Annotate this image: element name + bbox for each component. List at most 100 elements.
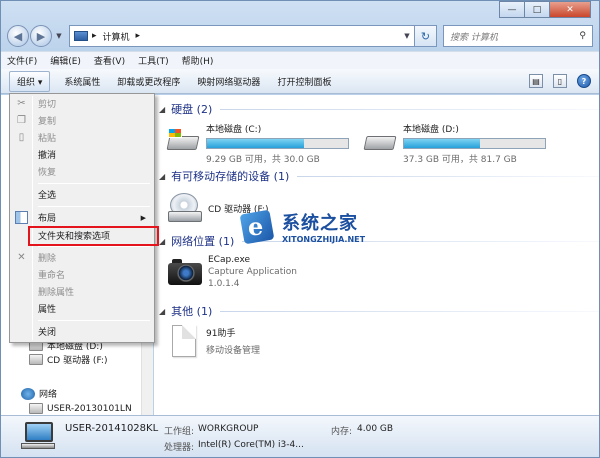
menu-tools[interactable]: 工具(T)	[138, 54, 169, 67]
layout-icon	[15, 211, 28, 224]
item-description: Capture Application	[208, 267, 297, 277]
group-header-hard-disks[interactable]: ◢ 硬盘 (2)	[159, 101, 599, 117]
group-header-other[interactable]: ◢ 其他 (1)	[159, 303, 599, 319]
uninstall-program-button[interactable]: 卸载或更改程序	[117, 75, 180, 88]
search-placeholder: 搜索 计算机	[450, 32, 498, 43]
menu-item-select-all[interactable]: 全选	[12, 186, 152, 203]
cd-drive-icon	[168, 193, 202, 223]
organize-context-menu: ✂ 剪切 ❐ 复制 ▯ 粘贴 撤消 恢复 全选 布局 ▶ 文件夹和搜索选项 ✕ …	[9, 93, 155, 343]
collapse-icon[interactable]: ◢	[159, 172, 165, 181]
command-bar: 组织 ▾ 系统属性 卸载或更改程序 映射网络驱动器 打开控制面板 ▤ ▯ ?	[1, 69, 599, 94]
back-button[interactable]: ◀	[7, 25, 29, 47]
drive-d[interactable]: 本地磁盘 (D:) 37.3 GB 可用，共 81.7 GB	[363, 122, 546, 165]
collapse-icon[interactable]: ◢	[159, 237, 165, 246]
collapse-icon[interactable]: ◢	[159, 307, 165, 316]
menu-item-delete[interactable]: ✕ 删除	[12, 249, 152, 266]
drive-usage-bar	[206, 138, 349, 149]
drive-c[interactable]: 本地磁盘 (C:) 9.29 GB 可用，共 30.0 GB	[166, 122, 349, 165]
refresh-button[interactable]: ↻	[415, 25, 437, 47]
memory-label: 内存:	[331, 427, 353, 437]
open-control-panel-button[interactable]: 打开控制面板	[277, 75, 331, 88]
search-icon[interactable]: ⚲	[579, 31, 586, 41]
group-header-removable[interactable]: ◢ 有可移动存储的设备 (1)	[159, 168, 599, 184]
content-pane: ◢ 硬盘 (2) 本地磁盘 (C:) 9.29 GB 可用，共 30.0 GB …	[154, 95, 599, 415]
folder-options-highlight	[28, 226, 159, 246]
breadcrumb-arrow[interactable]: ▸	[92, 31, 97, 41]
details-pane: USER-20141028KL 工作组: WORKGROUP 内存: 4.00 …	[1, 415, 599, 457]
menu-file[interactable]: 文件(F)	[7, 54, 37, 67]
group-title: 其他 (1)	[171, 305, 213, 318]
address-bar[interactable]: ▸ 计算机 ▸ ▼	[69, 25, 415, 47]
group-title: 有可移动存储的设备 (1)	[171, 170, 290, 183]
search-input[interactable]: 搜索 计算机 ⚲	[443, 25, 593, 47]
watermark-text: 系统之家	[282, 212, 358, 234]
breadcrumb-computer[interactable]: 计算机	[103, 30, 130, 43]
menu-view[interactable]: 查看(V)	[94, 54, 125, 67]
map-network-drive-button[interactable]: 映射网络驱动器	[197, 75, 260, 88]
system-properties-button[interactable]: 系统属性	[64, 75, 100, 88]
close-button[interactable]: ✕	[549, 1, 591, 18]
menu-help[interactable]: 帮助(H)	[182, 54, 214, 67]
drive-name: 本地磁盘 (D:)	[403, 125, 459, 135]
network-icon	[21, 387, 35, 400]
menu-item-close[interactable]: 关闭	[12, 323, 152, 340]
menu-item-label: 删除属性	[38, 288, 75, 298]
menu-item-redo[interactable]: 恢复	[12, 163, 152, 180]
help-icon[interactable]: ?	[577, 74, 591, 88]
group-header-network-locations[interactable]: ◢ 网络位置 (1)	[159, 233, 599, 249]
memory-value: 4.00 GB	[357, 424, 394, 434]
forward-button[interactable]: ▶	[30, 25, 52, 47]
menu-item-label: 删除	[38, 254, 57, 264]
nav-item-cd-drive[interactable]: CD 驱动器 (F:)	[29, 353, 107, 366]
watermark-logo-icon: e	[236, 206, 280, 246]
usage-fill	[404, 139, 481, 148]
preview-pane-icon[interactable]: ▯	[553, 74, 567, 88]
cd-drive-icon	[29, 354, 43, 365]
menu-item-label: 属性	[38, 305, 57, 315]
menu-item-undo[interactable]: 撤消	[12, 146, 152, 163]
nav-item-network-computer[interactable]: USER-20130101LN	[29, 403, 132, 414]
computer-icon	[74, 31, 88, 41]
menu-item-properties[interactable]: 属性	[12, 300, 152, 317]
scissors-icon: ✂	[17, 98, 26, 109]
menu-item-rename[interactable]: 重命名	[12, 266, 152, 283]
menu-item-label: 恢复	[38, 168, 57, 178]
hard-disk-icon	[166, 128, 200, 152]
menu-item-label: 重命名	[38, 271, 66, 281]
address-dropdown-arrow[interactable]: ▼	[400, 32, 414, 40]
menu-edit[interactable]: 编辑(E)	[50, 54, 81, 67]
paste-icon: ▯	[18, 132, 25, 143]
minimize-button[interactable]: —	[499, 1, 525, 18]
item-description: 移动设备管理	[206, 346, 261, 356]
drive-free-space: 37.3 GB 可用，共 81.7 GB	[403, 155, 517, 165]
other-item[interactable]: 91助手 移动设备管理	[168, 325, 260, 357]
menu-item-layout[interactable]: 布局 ▶	[12, 209, 152, 226]
workgroup-label: 工作组:	[164, 427, 195, 437]
menu-bar: 文件(F) 编辑(E) 查看(V) 工具(T) 帮助(H)	[1, 51, 599, 69]
address-row: ◀ ▶ ▼ ▸ 计算机 ▸ ▼ ↻ 搜索 计算机 ⚲	[7, 23, 593, 49]
breadcrumb-arrow-2[interactable]: ▸	[136, 31, 141, 41]
submenu-arrow-icon: ▶	[140, 213, 146, 222]
view-options-icon[interactable]: ▤	[529, 74, 543, 88]
nav-item-label: CD 驱动器 (F:)	[47, 356, 108, 366]
collapse-icon[interactable]: ◢	[159, 105, 165, 114]
item-name: 91助手	[206, 329, 236, 339]
organize-button[interactable]: 组织 ▾	[9, 70, 51, 92]
menu-item-label: 复制	[38, 117, 57, 127]
camera-icon	[168, 257, 202, 287]
nav-item-network[interactable]: 网络	[21, 387, 57, 400]
watermark: e 系统之家 XITONGZHIJIA.NET	[236, 206, 365, 246]
recent-pages-dropdown[interactable]: ▼	[53, 32, 65, 40]
maximize-button[interactable]: □	[524, 1, 550, 18]
menu-item-paste[interactable]: ▯ 粘贴	[12, 129, 152, 146]
view-controls: ▤ ▯ ?	[519, 74, 591, 88]
menu-item-cut[interactable]: ✂ 剪切	[12, 95, 152, 112]
menu-item-remove-properties[interactable]: 删除属性	[12, 283, 152, 300]
menu-item-copy[interactable]: ❐ 复制	[12, 112, 152, 129]
workgroup-value: WORKGROUP	[198, 424, 259, 434]
explorer-window: — □ ✕ ◀ ▶ ▼ ▸ 计算机 ▸ ▼ ↻ 搜索 计算机 ⚲ 文件(F) 编…	[0, 0, 600, 458]
network-location-item[interactable]: ECap.exe Capture Application 1.0.1.4	[168, 255, 297, 289]
menu-item-label: 全选	[38, 191, 57, 201]
usage-fill	[207, 139, 305, 148]
group-title: 网络位置 (1)	[171, 235, 235, 248]
